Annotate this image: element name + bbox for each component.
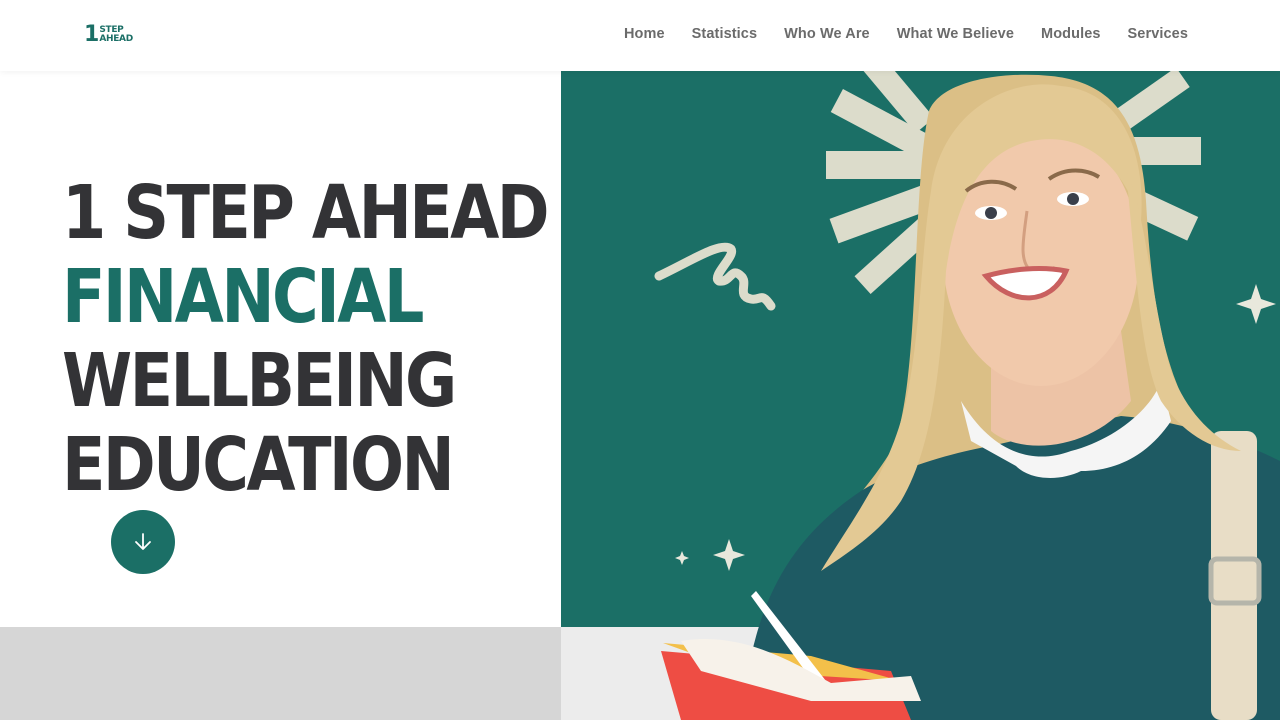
hero-headline: 1 STEP AHEAD FINANCIAL WELLBEING EDUCATI… [62,170,550,508]
site-header: 1 STEP AHEAD Home Statistics Who We Are … [0,0,1280,71]
site-logo[interactable]: 1 STEP AHEAD [84,22,133,47]
hero-line-4: EDUCATION [62,422,455,508]
hero-text-panel: 1 STEP AHEAD FINANCIAL WELLBEING EDUCATI… [0,71,561,627]
hero-line-3: WELLBEING [62,338,457,424]
arrow-down-icon [135,533,151,550]
hero-line-1: 1 STEP AHEAD [62,170,550,256]
logo-words: STEP AHEAD [99,26,133,44]
nav-statistics[interactable]: Statistics [692,26,757,42]
logo-number: 1 [84,22,99,47]
grey-band-left [0,627,561,720]
squiggle-decoration [654,242,776,311]
logo-line-ahead: AHEAD [99,34,133,44]
main-nav: Home Statistics Who We Are What We Belie… [624,26,1188,42]
scroll-down-button[interactable] [111,510,175,574]
nav-who-we-are[interactable]: Who We Are [784,26,870,42]
hero-line-2: FINANCIAL [62,254,424,340]
student-photo [654,71,1280,720]
nav-what-we-believe[interactable]: What We Believe [897,26,1014,42]
nav-services[interactable]: Services [1128,26,1188,42]
nav-modules[interactable]: Modules [1041,26,1101,42]
nav-home[interactable]: Home [624,26,665,42]
